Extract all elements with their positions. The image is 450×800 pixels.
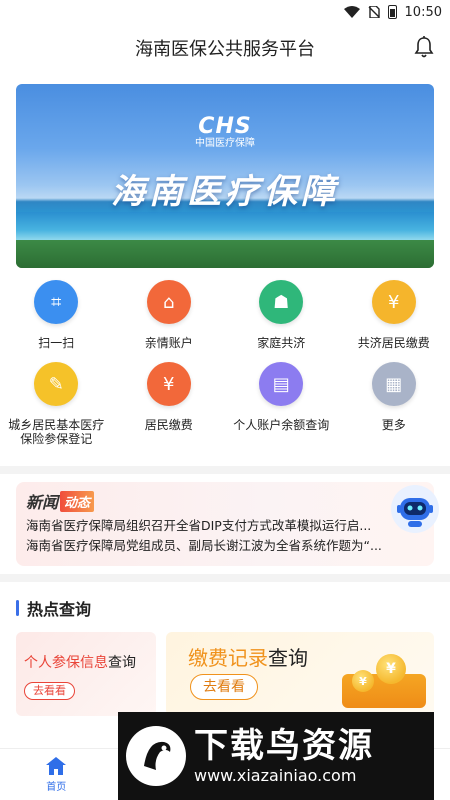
go-see-button[interactable]: 去看看 — [24, 682, 75, 700]
service-more[interactable]: ▦ 更多 — [338, 358, 450, 450]
app-bar: 海南医保公共服务平台 — [0, 24, 450, 72]
service-family-account[interactable]: ⌂ 亲情账户 — [113, 276, 226, 350]
status-bar: 10:50 — [0, 0, 450, 24]
news-item[interactable]: 海南省医疗保障局组织召开全省DIP支付方式改革模拟运行启... — [26, 518, 418, 534]
service-label: 居民缴费 — [144, 418, 193, 432]
hot-title-text: 热点查询 — [27, 600, 92, 619]
family-account-icon: ⌂ — [146, 280, 191, 324]
service-scan[interactable]: ⌗ 扫一扫 — [0, 276, 113, 350]
service-label: 更多 — [381, 418, 406, 432]
resident-payment-icon: ¥ — [146, 362, 191, 406]
watermark-title: 下载鸟资源 — [194, 726, 374, 766]
more-icon: ▦ — [371, 362, 416, 406]
scan-icon: ⌗ — [34, 280, 79, 324]
registration-icon: ✎ — [34, 362, 79, 406]
card-title: 个人参保信息查询 — [24, 655, 136, 671]
coin-icon: ¥ — [352, 670, 374, 692]
news-tag: 新闻 动态 — [26, 490, 424, 512]
banner-land — [16, 240, 434, 268]
status-time: 10:50 — [404, 4, 442, 20]
page-title: 海南医保公共服务平台 — [135, 39, 315, 60]
chs-logo-subtitle: 中国医疗保障 — [195, 138, 255, 149]
watermark-url: www.xiazainiao.com — [194, 766, 357, 785]
news-tag-secondary: 动态 — [60, 490, 95, 512]
news-card[interactable]: 新闻 动态 海南省医疗保障局组织召开全省DIP支付方式改革模拟运行启... 海南… — [16, 482, 434, 566]
robot-assistant-icon[interactable] — [390, 484, 440, 534]
chs-logo: CHS 中国医疗保障 — [195, 116, 255, 150]
bird-logo-icon — [126, 726, 186, 786]
news-item[interactable]: 海南省医疗保障局党组成员、副局长谢江波为全省系统作题为“... — [26, 538, 418, 554]
service-label: 亲情账户 — [144, 336, 193, 350]
service-registration[interactable]: ✎ 城乡居民基本医疗保险参保登记 — [0, 358, 113, 450]
coin-icon: ¥ — [376, 654, 406, 684]
service-grid: ⌗ 扫一扫 ⌂ 亲情账户 ☗ 家庭共济 ¥ 共济居民缴费 ✎ 城乡居民基本医疗保… — [0, 276, 450, 450]
go-see-button[interactable]: 去看看 — [190, 674, 258, 700]
wifi-icon — [343, 6, 360, 18]
mutual-payment-icon: ¥ — [371, 280, 416, 324]
service-label: 个人账户余额查询 — [233, 418, 330, 432]
service-balance-query[interactable]: ▤ 个人账户余额查询 — [225, 358, 338, 450]
news-tag-primary: 新闻 — [26, 493, 59, 512]
balance-query-icon: ▤ — [259, 362, 304, 406]
home-icon — [46, 757, 67, 775]
battery-icon — [387, 5, 397, 19]
section-divider — [0, 466, 450, 474]
tab-label: 首页 — [46, 782, 67, 793]
service-label: 家庭共济 — [257, 336, 306, 350]
title-accent-bar — [16, 600, 19, 616]
service-label: 城乡居民基本医疗保险参保登记 — [8, 418, 105, 446]
service-label: 扫一扫 — [38, 336, 75, 350]
chs-logo-mark: CHS — [198, 114, 252, 139]
service-resident-payment[interactable]: ¥ 居民缴费 — [113, 358, 226, 450]
watermark-text: 下载鸟资源 www.xiazainiao.com — [194, 726, 374, 786]
bell-icon[interactable] — [414, 36, 434, 58]
service-label: 共济居民缴费 — [357, 336, 430, 350]
section-divider — [0, 574, 450, 582]
hot-section-title: 热点查询 — [16, 596, 91, 620]
family-mutual-icon: ☗ — [259, 280, 304, 324]
banner-headline: 海南医疗保障 — [111, 172, 339, 212]
card-title: 缴费记录查询 — [188, 646, 308, 670]
insurance-info-card[interactable]: 个人参保信息查询 去看看 — [16, 632, 156, 716]
watermark-overlay: 下载鸟资源 www.xiazainiao.com — [118, 712, 434, 800]
promo-banner[interactable]: CHS 中国医疗保障 海南医疗保障 — [16, 84, 434, 268]
tab-home[interactable]: 首页 — [0, 749, 113, 800]
service-family-mutual[interactable]: ☗ 家庭共济 — [225, 276, 338, 350]
no-sim-icon — [368, 6, 380, 18]
service-mutual-payment[interactable]: ¥ 共济居民缴费 — [338, 276, 450, 350]
payment-record-card[interactable]: 缴费记录查询 去看看 ¥ ¥ — [166, 632, 434, 716]
